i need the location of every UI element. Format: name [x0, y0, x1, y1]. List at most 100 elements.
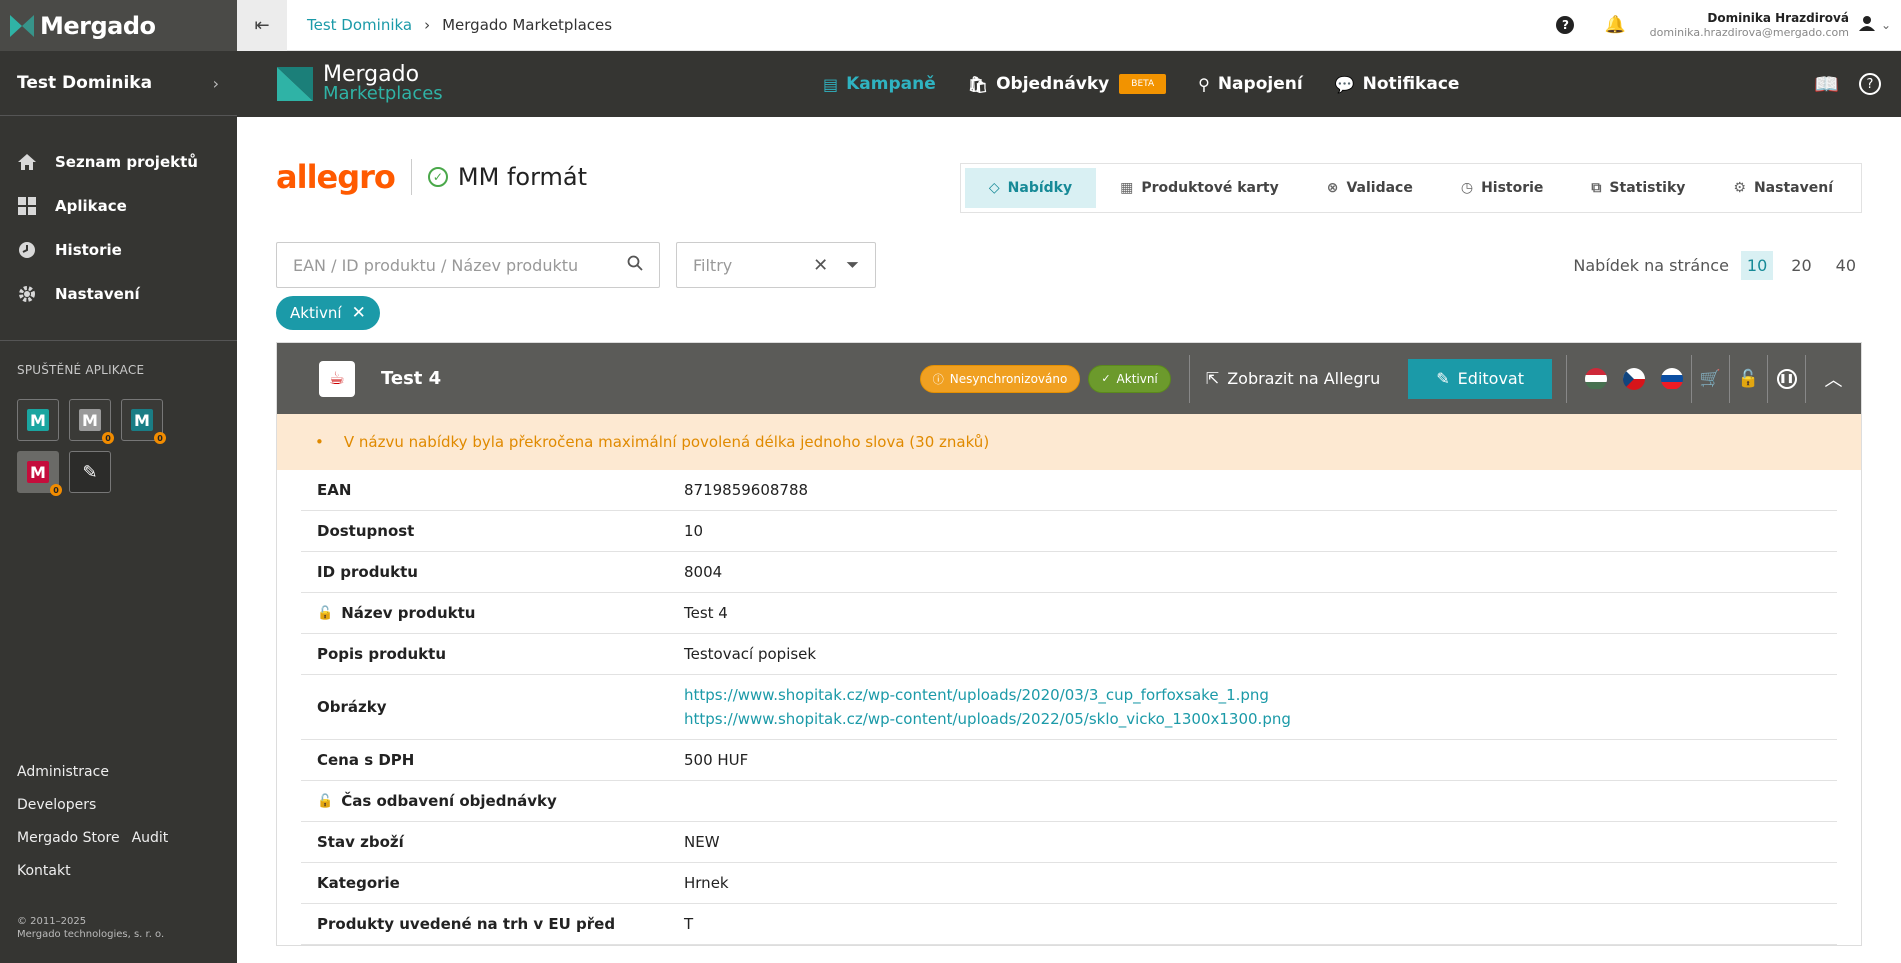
- mm-subtitle: Marketplaces: [323, 83, 443, 104]
- tab-label: Nabídky: [1007, 180, 1073, 196]
- chevron-up-icon[interactable]: ︿: [1805, 354, 1861, 403]
- pause-icon[interactable]: ❚❚: [1767, 354, 1805, 403]
- mergado-logo-icon: [10, 14, 34, 37]
- help-circle-icon[interactable]: ?: [1859, 73, 1881, 95]
- app-tile-brush[interactable]: ✎: [69, 451, 111, 493]
- flag-hu-icon[interactable]: [1585, 367, 1607, 390]
- link-audit[interactable]: Audit: [132, 830, 169, 846]
- app-tile-3[interactable]: M 0: [121, 399, 166, 444]
- breadcrumb-current: Mergado Marketplaces: [442, 16, 613, 34]
- link-administrace[interactable]: Administrace: [17, 764, 109, 780]
- tab-produktove-karty[interactable]: ▦ Produktové karty: [1096, 168, 1303, 208]
- per-page-option[interactable]: 10: [1740, 250, 1774, 280]
- clear-icon[interactable]: ✕: [813, 255, 828, 276]
- image-link[interactable]: https://www.shopitak.cz/wp-content/uploa…: [684, 683, 1291, 707]
- sidebar-item-label: Seznam projektů: [55, 153, 198, 171]
- cart-icon[interactable]: 🛒: [1691, 354, 1729, 403]
- app-tile-4[interactable]: M 0: [17, 451, 62, 496]
- tab-nastaveni[interactable]: ⚙ Nastavení: [1709, 168, 1857, 208]
- detail-row-obrazky: Obrázky https://www.shopitak.cz/wp-conte…: [301, 675, 1837, 740]
- close-icon[interactable]: ✕: [352, 303, 366, 323]
- search-input[interactable]: EAN / ID produktu / Název produktu: [276, 242, 660, 288]
- app-tile-1[interactable]: M: [17, 399, 59, 441]
- image-link[interactable]: https://www.shopitak.cz/wp-content/uploa…: [684, 707, 1291, 731]
- chevron-right-icon: ›: [424, 16, 431, 34]
- tab-nabidky[interactable]: ◇ Nabídky: [964, 168, 1097, 208]
- unlock-icon[interactable]: 🔓: [1729, 354, 1767, 403]
- unlock-icon[interactable]: 🔓: [317, 606, 333, 621]
- chart-icon: ⧉: [1591, 180, 1602, 196]
- nav-kampane[interactable]: ▤ Kampaně: [823, 74, 936, 94]
- tab-label: Produktové karty: [1141, 180, 1279, 196]
- detail-row-trh: Produkty uvedené na trh v EU před T: [301, 904, 1837, 945]
- chat-bubble-icon: 💬: [1334, 74, 1355, 94]
- detail-value: Hrnek: [684, 874, 729, 892]
- pause-circle: ❚❚: [1776, 368, 1797, 389]
- user-avatar-icon[interactable]: [1858, 15, 1875, 36]
- book-icon[interactable]: 📖: [1814, 72, 1839, 96]
- funnel-icon[interactable]: ⏷: [846, 255, 859, 275]
- shopping-bag-icon: 🛍: [967, 74, 989, 94]
- detail-key: Dostupnost: [317, 522, 415, 540]
- detail-value: 8719859608788: [684, 481, 809, 499]
- sidebar-item-settings[interactable]: Nastavení: [0, 272, 237, 316]
- link-kontakt[interactable]: Kontakt: [17, 863, 71, 879]
- bullet: •: [315, 433, 324, 451]
- detail-key-locked: 🔓 Název produktu: [301, 604, 684, 622]
- app-header: Mergado Marketplaces ▤ Kampaně 🛍 Objedná…: [237, 51, 1901, 117]
- per-page-option[interactable]: 40: [1830, 251, 1862, 280]
- sidebar-item-projects[interactable]: Seznam projektů: [0, 140, 237, 184]
- flag-cz-icon[interactable]: [1623, 367, 1645, 390]
- filter-input[interactable]: Filtry ✕ ⏷: [676, 242, 876, 288]
- offer-title: Test 4: [381, 368, 442, 389]
- app-tile-2[interactable]: M 0: [69, 399, 114, 444]
- breadcrumb-project[interactable]: Test Dominika: [307, 16, 412, 34]
- offer-details: EAN 8719859608788 Dostupnost 10 ID produ…: [277, 470, 1861, 945]
- check-circle-icon: ✓: [1101, 372, 1111, 385]
- collapse-sidebar-button[interactable]: ⇤: [237, 0, 287, 51]
- sidebar-item-apps[interactable]: Aplikace: [0, 184, 237, 228]
- edit-button[interactable]: ✎ Editovat: [1408, 358, 1552, 399]
- tab-historie[interactable]: ◷ Historie: [1437, 168, 1568, 208]
- nav-napojeni-label: Napojení: [1217, 74, 1303, 94]
- mergado-logo[interactable]: Mergado: [0, 0, 237, 51]
- unlock-icon[interactable]: 🔓: [317, 794, 333, 809]
- detail-value-links: https://www.shopitak.cz/wp-content/uploa…: [684, 683, 1291, 731]
- running-apps: M M 0 M 0 M 0 ✎: [0, 377, 210, 496]
- show-on-allegro-link[interactable]: ⇱ Zobrazit na Allegru: [1206, 369, 1380, 388]
- per-page-option[interactable]: 20: [1785, 251, 1817, 280]
- link-store[interactable]: Mergado Store: [17, 830, 120, 846]
- help-icon[interactable]: ?: [1556, 16, 1575, 34]
- search-placeholder: EAN / ID produktu / Název produktu: [293, 255, 579, 275]
- search-icon[interactable]: [627, 255, 643, 275]
- warning-message: • V názvu nabídky byla překročena maximá…: [277, 414, 1861, 470]
- tab-statistiky[interactable]: ⧉ Statistiky: [1567, 168, 1709, 208]
- mm-logo[interactable]: Mergado Marketplaces: [237, 64, 443, 104]
- copyright-company: Mergado technologies, s. r. o.: [17, 929, 165, 940]
- detail-key: Kategorie: [317, 874, 400, 892]
- tab-validace[interactable]: ⊗ Validace: [1303, 168, 1437, 208]
- detail-key: EAN: [317, 481, 352, 499]
- nav-notifikace[interactable]: 💬 Notifikace: [1335, 74, 1460, 94]
- bell-icon[interactable]: 🔔: [1604, 15, 1625, 35]
- page-heading: allegro ✓ MM formát ◇ Nabídky ▦ Produkto…: [276, 117, 1862, 237]
- detail-row-stav: Stav zboží NEW: [301, 822, 1837, 863]
- detail-key: Obrázky: [317, 698, 387, 716]
- nav-napojeni[interactable]: ⚲ Napojení: [1198, 74, 1303, 94]
- chevron-down-icon[interactable]: ⌄: [1881, 18, 1891, 32]
- link-developers[interactable]: Developers: [17, 797, 96, 813]
- history-icon: ◷: [1460, 180, 1474, 196]
- flag-sk-icon[interactable]: [1661, 367, 1683, 390]
- detail-key: Popis produktu: [317, 645, 447, 663]
- divider: [1188, 354, 1190, 403]
- sidebar-item-history[interactable]: Historie: [0, 228, 237, 272]
- chip-label: Aktivní: [290, 304, 342, 322]
- active-filter-chip[interactable]: Aktivní ✕: [276, 296, 380, 330]
- sidebar-footer: Administrace Developers Mergado Store Aud…: [17, 761, 227, 963]
- user-info[interactable]: Dominika Hrazdirová dominika.hrazdirova@…: [1650, 11, 1849, 39]
- logo-text: Mergado: [40, 11, 156, 40]
- sidebar-item-label: Nastavení: [55, 285, 140, 303]
- nav-objednavky[interactable]: 🛍 Objednávky BETA: [967, 74, 1167, 94]
- tag-icon: ◇: [988, 180, 1000, 196]
- project-switcher[interactable]: Test Dominika ›: [0, 51, 237, 116]
